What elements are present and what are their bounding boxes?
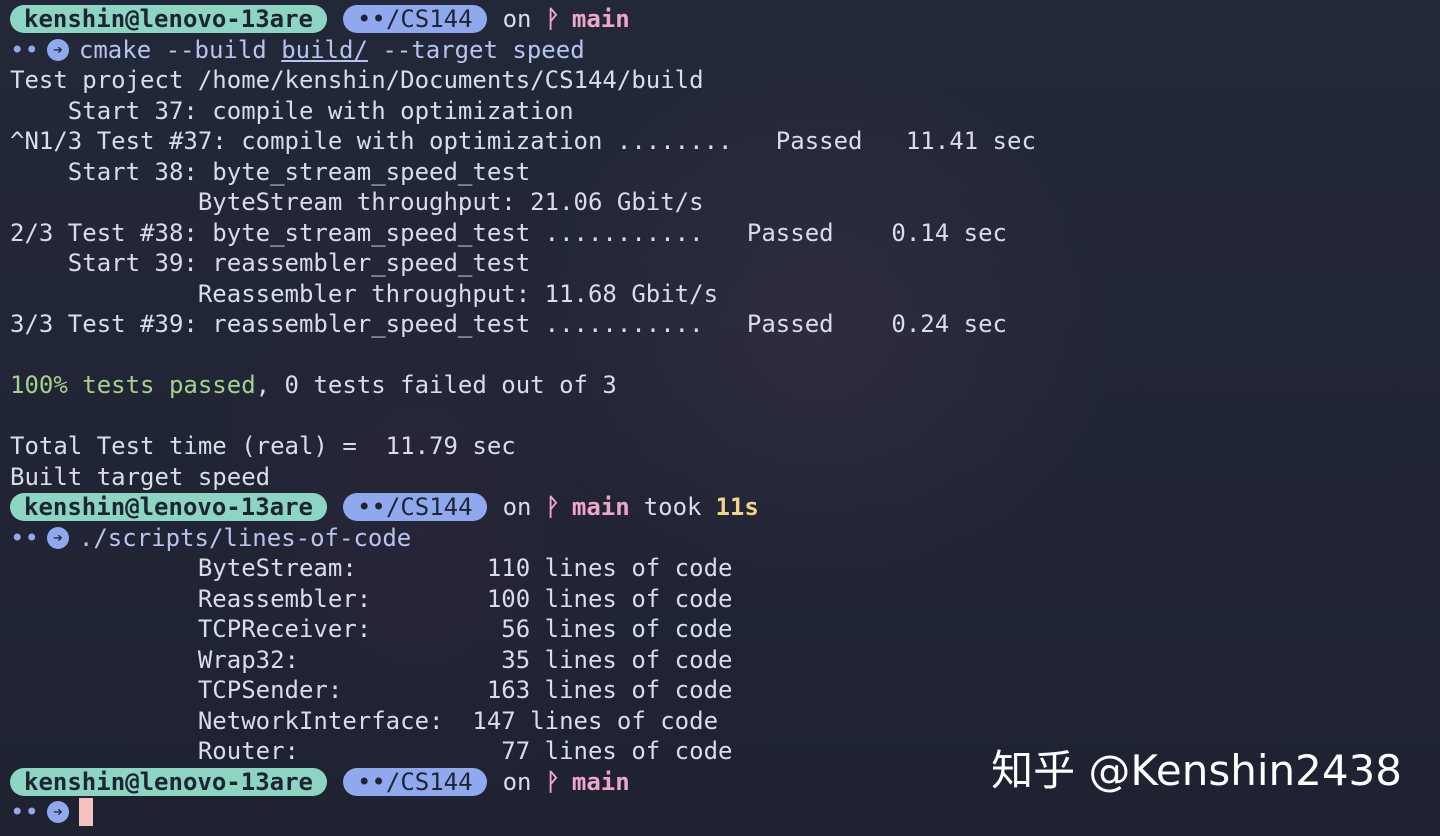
prompt-branch: main [571,5,630,33]
git-branch-icon: ᚹ [545,767,560,796]
prompt-duration: 11s [715,493,759,521]
output-line: Total Test time (real) = 11.79 sec [10,432,516,460]
command-text: ./scripts/lines-of-code [78,523,412,552]
output-line: Test project /home/kenshin/Documents/CS1… [10,66,704,94]
loc-output-line: TCPReceiver: 56 lines of code [10,615,733,643]
command-suffix: --target speed [367,35,585,64]
input-line[interactable]: •• ➔ [10,797,1440,828]
terminal-window[interactable]: kenshin@lenovo-13are ••/CS144 on ᚹ main … [0,0,1440,836]
output-line: ByteStream throughput: 21.06 Gbit/s [10,188,704,216]
prompt-directory: ••/CS144 [342,5,487,34]
prompt-arrow-icon: ➔ [46,526,69,549]
watermark: 知乎 @Kenshin2438 [991,746,1402,795]
prompt-arrow-icon: ➔ [46,38,69,61]
loc-output-line: Wrap32: 35 lines of code [10,645,733,674]
prompt-user-host: kenshin@lenovo-13are [10,493,327,522]
prompt-dots: •• [10,35,39,64]
output-line: Start 39: reassembler_speed_test [10,249,531,277]
loc-output-line: Reassembler: 100 lines of code [10,584,733,613]
output-line: 2/3 Test #38: byte_stream_speed_test ...… [10,218,1007,247]
output-line: Reassembler throughput: 11.68 Gbit/s [10,279,719,308]
loc-output-line: TCPSender: 163 lines of code [10,676,733,704]
prompt-user-host: kenshin@lenovo-13are [10,5,327,34]
output-line: ^N1/3 Test #37: compile with optimizatio… [10,127,1036,155]
loc-output-line: NetworkInterface: 147 lines of code [10,706,719,735]
output-line: Start 38: byte_stream_speed_test [10,157,531,186]
tests-failed-summary: , 0 tests failed out of 3 [255,371,617,399]
prompt-dots: •• [10,798,39,826]
loc-output-line: ByteStream: 110 lines of code [10,554,733,582]
prompt-on-word: on [502,767,532,796]
command-line: •• ➔ ./scripts/lines-of-code [10,523,1440,554]
test-summary-line: 100% tests passed, 0 tests failed out of… [10,370,1440,401]
prompt-dots: •• [10,523,39,552]
output-line: Built target speed [10,462,271,491]
prompt-took-word: took [643,493,702,521]
prompt-directory: ••/CS144 [342,767,487,796]
command-prefix: cmake --build [78,35,282,64]
prompt-directory: ••/CS144 [342,493,487,522]
prompt-line: kenshin@lenovo-13are ••/CS144 on ᚹ main [10,4,1440,35]
output-line: Start 37: compile with optimization [10,96,574,125]
prompt-branch: main [571,493,630,521]
git-branch-icon: ᚹ [545,493,560,521]
prompt-on-word: on [502,5,532,33]
git-branch-icon: ᚹ [545,5,560,33]
prompt-arrow-icon: ➔ [46,801,69,824]
prompt-user-host: kenshin@lenovo-13are [10,767,327,796]
prompt-branch: main [571,767,630,796]
tests-passed-summary: 100% tests passed [10,371,256,399]
command-text: cmake --build build/ --target speed [79,35,585,66]
command-path-link[interactable]: build/ [281,36,368,64]
prompt-line: kenshin@lenovo-13are ••/CS144 on ᚹ main … [10,492,1440,523]
command-line: •• ➔ cmake --build build/ --target speed [10,35,1440,66]
prompt-on-word: on [502,493,532,521]
output-line: 3/3 Test #39: reassembler_speed_test ...… [10,310,1007,338]
text-cursor[interactable] [78,798,93,827]
